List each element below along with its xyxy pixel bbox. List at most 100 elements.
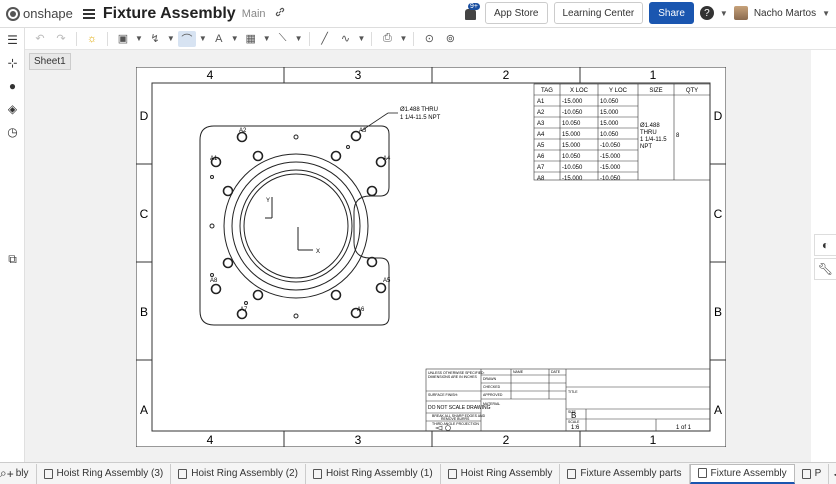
centerline-chevron-icon[interactable]: ▼: [295, 34, 303, 43]
zoom-window-icon[interactable]: ⊚: [441, 31, 459, 47]
tab-label: P: [814, 468, 822, 479]
dimension-icon[interactable]: ⌒: [177, 30, 196, 47]
redo-icon[interactable]: ↷: [52, 31, 70, 47]
zone-row-d-right: D: [714, 109, 723, 123]
appearance-icon[interactable]: ◐: [814, 234, 836, 256]
assembly-icon: [43, 468, 53, 479]
zone-row-b-left: B: [140, 305, 148, 319]
table-cell: A6: [537, 154, 545, 160]
add-tab-icon[interactable]: +: [7, 465, 14, 483]
note-icon[interactable]: A: [210, 31, 228, 47]
help-icon[interactable]: ?: [699, 6, 714, 20]
table-cell: 15.000: [562, 143, 581, 149]
help-chevron-down-icon[interactable]: ▼: [720, 9, 728, 18]
search-tabs-icon[interactable]: ⌕: [0, 465, 7, 483]
table-cell: A5: [537, 143, 545, 149]
link-icon[interactable]: [274, 6, 286, 21]
onshape-app: onshape Fixture Assembly Main 9+ App Sto…: [0, 0, 836, 484]
tab-hoist-ring-assembly-2[interactable]: Hoist Ring Assembly (2): [171, 463, 306, 484]
table-header-yloc: Y LOC: [609, 88, 628, 94]
share-button[interactable]: Share: [649, 2, 694, 24]
tb-name-label: NAME: [513, 370, 524, 374]
tab-partial-left[interactable]: bly: [14, 463, 37, 484]
tab-partial-right[interactable]: P: [795, 463, 830, 484]
table-header-size: SIZE: [649, 88, 662, 94]
feature-list-icon[interactable]: ☰: [0, 28, 25, 51]
zoom-fit-icon[interactable]: ⊙: [420, 31, 438, 47]
section-view-icon[interactable]: ↯: [146, 31, 164, 47]
undo-icon[interactable]: ↶: [31, 31, 49, 47]
tb-checked-label: CHECKED: [483, 385, 501, 389]
sheet-tab[interactable]: Sheet1: [29, 53, 71, 70]
tab-fixture-assembly-parts[interactable]: Fixture Assembly parts: [560, 463, 690, 484]
tb-do-not-scale: DO NOT SCALE DRAWING: [428, 405, 491, 411]
tab-label: Hoist Ring Assembly (2): [191, 468, 298, 479]
workspace-name[interactable]: Main: [242, 8, 266, 20]
tab-hoist-ring-assembly[interactable]: Hoist Ring Assembly: [441, 463, 561, 484]
export-chevron-icon[interactable]: ▼: [399, 34, 407, 43]
drawing-canvas[interactable]: 4 3 2 1 4 3 2 1 D C B A D C B A Y X Ø1.4…: [25, 50, 811, 462]
tab-fixture-assembly[interactable]: Fixture Assembly: [689, 463, 795, 484]
section-chevron-icon[interactable]: ▼: [167, 34, 175, 43]
table-cell: -15.000: [562, 99, 583, 105]
insert-view-icon[interactable]: ▣: [114, 31, 132, 47]
export-icon[interactable]: ⎙: [378, 31, 396, 47]
line-icon[interactable]: ╱: [316, 31, 334, 47]
tab-label: Hoist Ring Assembly (1): [325, 468, 433, 479]
table-cell: -15.000: [562, 176, 583, 182]
tb-sheet-value: 1 of 1: [676, 425, 692, 431]
tb-scale-label: SCALE: [568, 420, 580, 424]
table-cell: -15.000: [600, 165, 621, 171]
tab-label: Hoist Ring Assembly: [460, 468, 553, 479]
tab-scroll-controls: ◀ ▶: [829, 465, 836, 483]
learning-center-button[interactable]: Learning Center: [553, 2, 644, 24]
table-cell: A3: [537, 121, 545, 127]
size-line4: NPT: [640, 144, 652, 150]
hole-label-a6: A6: [357, 307, 365, 313]
spline-icon[interactable]: ∿: [337, 31, 355, 47]
avatar[interactable]: [733, 6, 748, 20]
dimension-chevron-icon[interactable]: ▼: [199, 34, 207, 43]
document-title[interactable]: Fixture Assembly: [103, 5, 236, 23]
hole-callout-line1[interactable]: Ø1.488 THRU: [400, 107, 438, 113]
table-header-tag: TAG: [541, 88, 553, 94]
properties-icon[interactable]: ⊹: [0, 51, 25, 74]
table-icon[interactable]: ▦: [242, 31, 260, 47]
assembly-icon: [178, 468, 188, 479]
table-cell: 10.050: [600, 99, 619, 105]
menu-icon[interactable]: [82, 8, 95, 19]
left-rail: ☰ ⊹ ● ◈ ◷ ⧉: [0, 28, 25, 464]
table-cell: 10.050: [562, 121, 581, 127]
user-chevron-down-icon[interactable]: ▼: [822, 9, 830, 18]
timer-icon[interactable]: ◷: [0, 120, 25, 143]
table-cell: 15.000: [562, 132, 581, 138]
tab-hoist-ring-assembly-1[interactable]: Hoist Ring Assembly (1): [306, 463, 441, 484]
note-chevron-icon[interactable]: ▼: [231, 34, 239, 43]
tab-label: bly: [15, 468, 29, 479]
tb-third-angle: THIRD ANGLE PROJECTION: [432, 422, 479, 426]
hole-label-a5: A5: [383, 278, 391, 284]
scroll-left-icon[interactable]: ◀: [829, 465, 836, 483]
app-store-button[interactable]: App Store: [485, 2, 548, 24]
table-cell: 15.000: [600, 110, 619, 116]
notifications-icon[interactable]: 9+: [465, 3, 480, 20]
sun-icon[interactable]: ☼: [83, 31, 101, 47]
tb-approved-label: APPROVED: [483, 393, 503, 397]
user-name[interactable]: Nacho Martos: [754, 8, 816, 19]
drawing-sheet[interactable]: 4 3 2 1 4 3 2 1 D C B A D C B A Y X Ø1.4…: [136, 67, 726, 447]
table-chevron-icon[interactable]: ▼: [263, 34, 271, 43]
tb-date-label: DATE: [551, 370, 561, 374]
zone-col-2-top: 2: [503, 68, 510, 82]
logo-text: onshape: [23, 6, 73, 21]
centerline-icon[interactable]: ⟍: [274, 31, 292, 47]
parts-icon[interactable]: ◈: [0, 97, 25, 120]
insert-view-chevron-icon[interactable]: ▼: [135, 34, 143, 43]
layers-icon[interactable]: ⧉: [0, 248, 25, 271]
table-cell: 15.000: [600, 121, 619, 127]
wrench-icon[interactable]: 🔧︎: [814, 258, 836, 280]
comments-icon[interactable]: ●: [0, 74, 25, 97]
sketch-chevron-icon[interactable]: ▼: [358, 34, 366, 43]
hole-callout-line2[interactable]: 1 1/4-11.5 NPT: [400, 115, 441, 121]
tab-hoist-ring-assembly-3[interactable]: Hoist Ring Assembly (3): [37, 463, 172, 484]
onshape-logo[interactable]: onshape: [6, 6, 73, 21]
